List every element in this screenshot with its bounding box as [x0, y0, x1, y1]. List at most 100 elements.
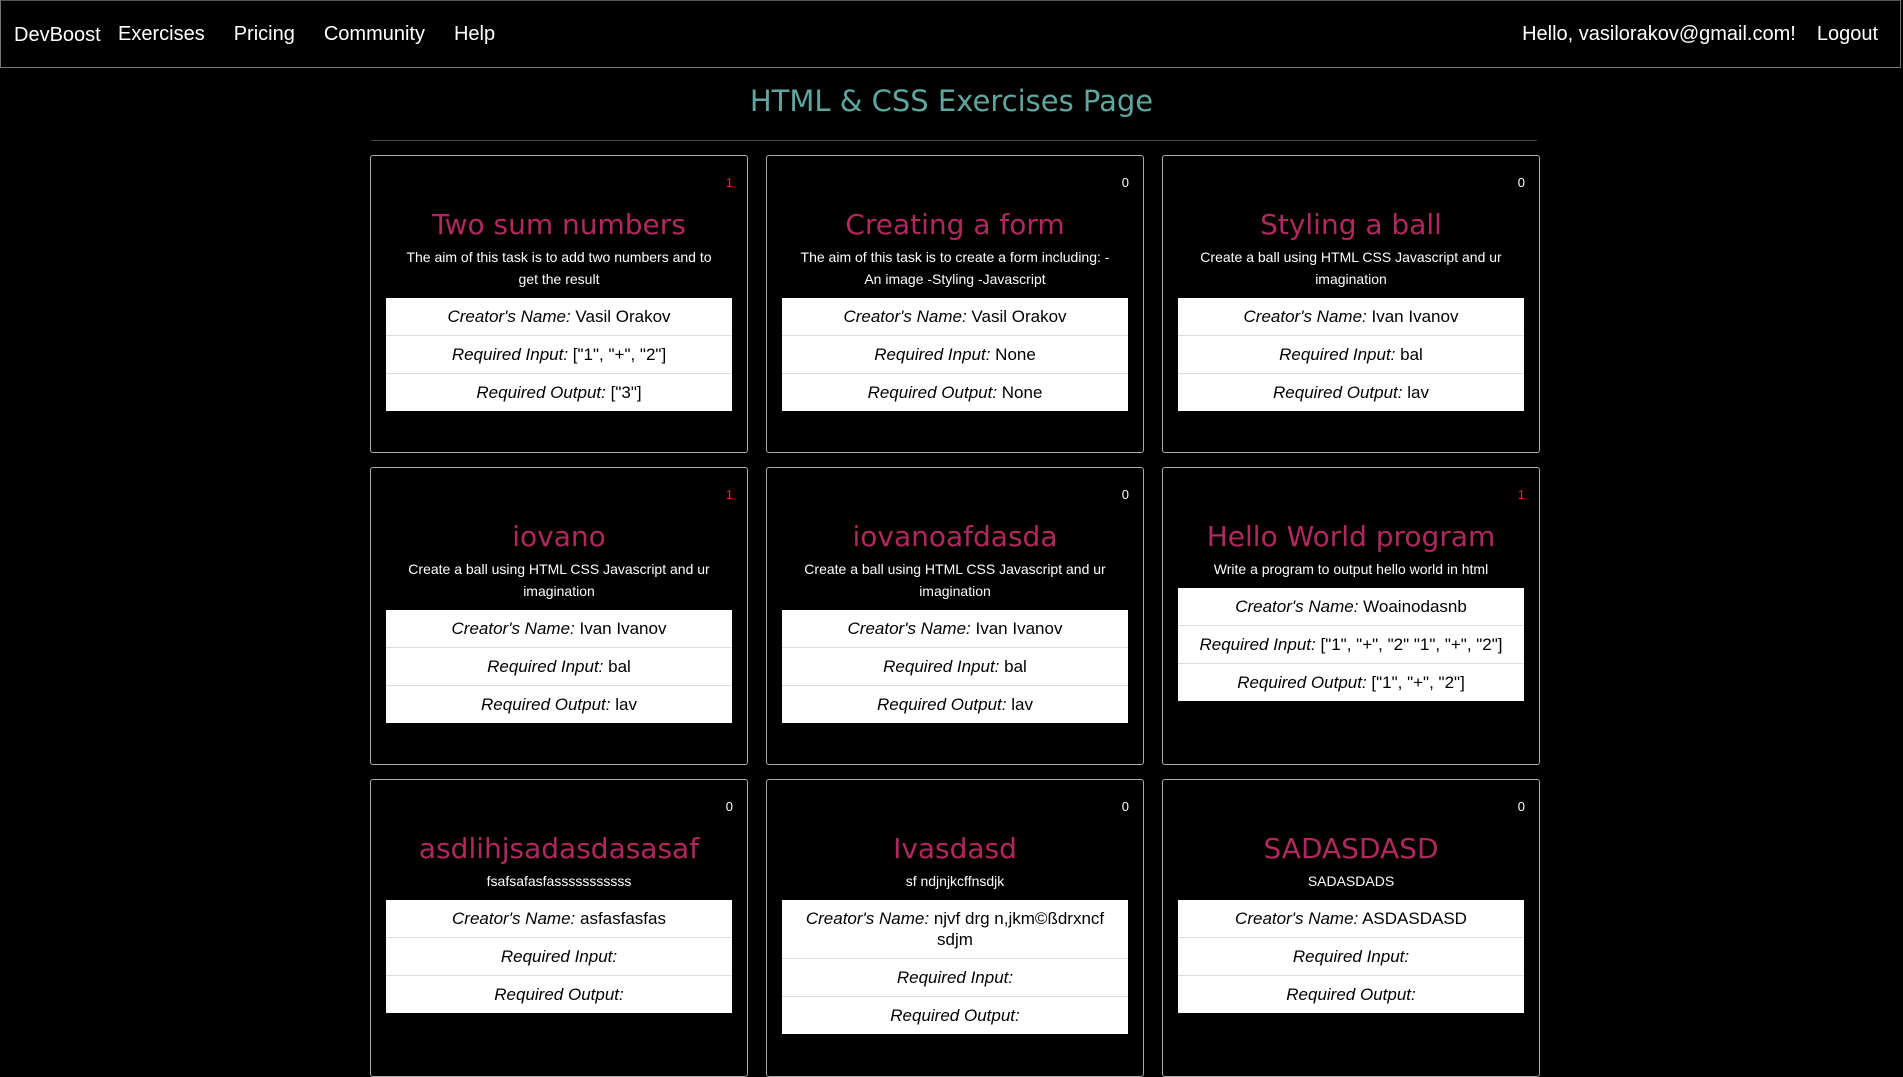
- exercise-title[interactable]: Two sum numbers: [371, 208, 747, 242]
- required-input-label: Required Input:: [451, 345, 569, 364]
- exercise-title[interactable]: iovanoafdasda: [767, 520, 1143, 554]
- exercise-card[interactable]: 0 Styling a ball Create a ball using HTML …: [1162, 155, 1540, 453]
- required-input-label: Required Input:: [1279, 345, 1396, 364]
- required-output-label: Required Output:: [494, 985, 624, 1004]
- required-output-label: Required Output:: [481, 695, 611, 714]
- creator-name-value: Ivan Ivanov: [579, 619, 667, 638]
- creator-name-row: Creator's Name: Vasil Orakov: [782, 298, 1128, 336]
- creator-name-value: ASDASDASD: [1362, 909, 1467, 928]
- required-output-label: Required Output:: [1273, 383, 1403, 402]
- exercise-title[interactable]: Creating a form: [767, 208, 1143, 242]
- user-greeting: Hello, vasilorakov@gmail.com!: [1522, 23, 1796, 45]
- solutions-count-badge: 1: [725, 175, 733, 190]
- brand-logo[interactable]: DevBoost: [14, 24, 101, 47]
- exercise-card[interactable]: 0 SADASDASD SADASDADS Creator's Name: ASDAS…: [1162, 779, 1540, 1077]
- required-output-label: Required Output:: [1237, 673, 1367, 692]
- exercise-info-list: Creator's Name: ASDASDASD Required Input:…: [1178, 900, 1524, 1013]
- exercise-title[interactable]: Ivasdasd: [767, 832, 1143, 866]
- creator-name-value: Ivan Ivanov: [1371, 307, 1459, 326]
- exercise-description: Create a ball using HTML CSS Javascript …: [804, 561, 1106, 599]
- creator-name-row: Creator's Name: Ivan Ivanov: [1178, 298, 1524, 336]
- exercise-info-list: Creator's Name: Ivan Ivanov Required Inpu…: [386, 610, 732, 723]
- required-input-value: bal: [1400, 345, 1423, 364]
- exercise-description: SADASDADS: [1307, 873, 1395, 889]
- nav-user-area: Hello, vasilorakov@gmail.com! Logout: [1522, 23, 1878, 46]
- exercise-title[interactable]: Styling a ball: [1163, 208, 1539, 242]
- exercise-card[interactable]: 1 Hello World program Write a program to o…: [1162, 467, 1540, 765]
- creator-name-label: Creator's Name:: [447, 307, 571, 326]
- required-input-row: Required Input: bal: [386, 648, 732, 686]
- navbar: DevBoost Exercises Pricing Community Hel…: [0, 0, 1901, 68]
- required-output-row: Required Output: lav: [386, 686, 732, 723]
- exercise-title[interactable]: iovano: [371, 520, 747, 554]
- exercise-description: The aim of this task is to add two numbe…: [406, 249, 712, 287]
- required-input-label: Required Input:: [896, 968, 1014, 987]
- exercise-card[interactable]: 0 asdlihjsadasdasasaf fsafsafasfasssssssss…: [370, 779, 748, 1077]
- nav-link-exercises[interactable]: Exercises: [118, 23, 205, 46]
- nav-link-community[interactable]: Community: [324, 23, 425, 46]
- required-output-label: Required Output:: [867, 383, 998, 402]
- required-output-value: ["1", "+", "2"]: [1371, 673, 1465, 692]
- exercise-description: fsafsafasfasssssssssss: [486, 873, 632, 889]
- exercise-card[interactable]: 0 iovanoafdasda Create a ball using HTML C…: [766, 467, 1144, 765]
- required-output-row: Required Output:: [1178, 976, 1524, 1013]
- creator-name-row: Creator's Name: asfasfasfas: [386, 900, 732, 938]
- required-output-row: Required Output: ["1", "+", "2"]: [1178, 664, 1524, 701]
- solutions-count-badge: 0: [1517, 799, 1525, 814]
- required-output-value: lav: [1011, 695, 1033, 714]
- nav-links: Exercises Pricing Community Help: [118, 23, 495, 46]
- exercise-info-list: Creator's Name: Vasil Orakov Required Inp…: [782, 298, 1128, 411]
- creator-name-label: Creator's Name:: [452, 909, 576, 928]
- creator-name-row: Creator's Name: ASDASDASD: [1178, 900, 1524, 938]
- creator-name-label: Creator's Name:: [1243, 307, 1367, 326]
- exercise-info-list: Creator's Name: Ivan Ivanov Required Inpu…: [782, 610, 1128, 723]
- creator-name-value: Vasil Orakov: [575, 307, 671, 326]
- exercise-title[interactable]: SADASDASD: [1163, 832, 1539, 866]
- required-output-row: Required Output:: [782, 997, 1128, 1034]
- required-input-value: None: [995, 345, 1036, 364]
- required-input-label: Required Input:: [883, 657, 1000, 676]
- required-input-value: bal: [608, 657, 631, 676]
- required-output-value: ["3"]: [610, 383, 642, 402]
- solutions-count-badge: 0: [725, 799, 733, 814]
- required-input-value: ["1", "+", "2" "1", "+", "2"]: [1320, 635, 1503, 654]
- exercise-info-list: Creator's Name: asfasfasfas Required Inpu…: [386, 900, 732, 1013]
- exercise-card[interactable]: 1 Two sum numbers The aim of this task is …: [370, 155, 748, 453]
- creator-name-label: Creator's Name:: [805, 909, 930, 928]
- solutions-count-badge: 0: [1121, 799, 1129, 814]
- exercise-info-list: Creator's Name: njvf drg n,jkm©ßdrxncf s…: [782, 900, 1128, 1034]
- nav-link-pricing[interactable]: Pricing: [234, 23, 295, 46]
- exercise-title[interactable]: asdlihjsadasdasasaf: [371, 832, 747, 866]
- exercise-description: Create a ball using HTML CSS Javascript …: [408, 561, 710, 599]
- required-input-value: bal: [1004, 657, 1027, 676]
- creator-name-value: Ivan Ivanov: [975, 619, 1063, 638]
- creator-name-label: Creator's Name:: [1235, 597, 1359, 616]
- solutions-count-badge: 0: [1121, 175, 1129, 190]
- logout-link[interactable]: Logout: [1817, 23, 1878, 46]
- required-output-label: Required Output:: [890, 1006, 1020, 1025]
- solutions-count-badge: 0: [1517, 175, 1525, 190]
- exercise-title[interactable]: Hello World program: [1163, 520, 1539, 554]
- required-input-label: Required Input:: [487, 657, 604, 676]
- creator-name-row: Creator's Name: njvf drg n,jkm©ßdrxncf s…: [782, 900, 1128, 959]
- nav-link-help[interactable]: Help: [454, 23, 495, 46]
- solutions-count-badge: 1: [1517, 487, 1525, 502]
- required-input-label: Required Input:: [500, 947, 618, 966]
- creator-name-value: Vasil Orakov: [971, 307, 1067, 326]
- exercise-info-list: Creator's Name: Ivan Ivanov Required Inpu…: [1178, 298, 1524, 411]
- required-output-value: None: [1001, 383, 1043, 402]
- exercise-card[interactable]: 0 Ivasdasd sf ndjnjkcffnsdjk Creator's Name…: [766, 779, 1144, 1077]
- creator-name-label: Creator's Name:: [451, 619, 575, 638]
- exercise-grid: 1 Two sum numbers The aim of this task is …: [370, 155, 1540, 1077]
- exercise-card[interactable]: 0 Creating a form The aim of this task is …: [766, 155, 1144, 453]
- required-input-row: Required Input:: [386, 938, 732, 976]
- required-input-label: Required Input:: [874, 345, 991, 364]
- required-output-row: Required Output: None: [782, 374, 1128, 411]
- required-output-row: Required Output: lav: [1178, 374, 1524, 411]
- required-output-value: lav: [1407, 383, 1429, 402]
- exercise-description: Create a ball using HTML CSS Javascript …: [1200, 249, 1502, 287]
- required-input-row: Required Input: ["1", "+", "2" "1", "+",…: [1178, 626, 1524, 664]
- solutions-count-badge: 1: [725, 487, 733, 502]
- creator-name-label: Creator's Name:: [843, 307, 967, 326]
- exercise-card[interactable]: 1 iovano Create a ball using HTML CSS Java…: [370, 467, 748, 765]
